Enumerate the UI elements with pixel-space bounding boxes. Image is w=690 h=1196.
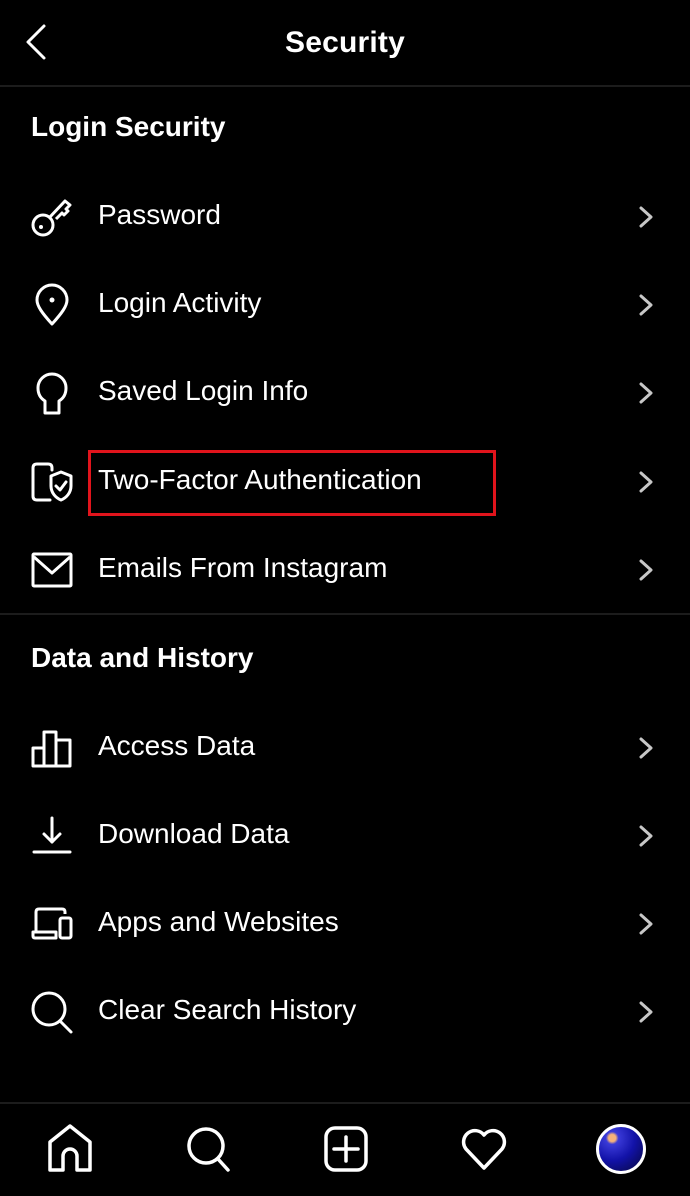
chevron-right-icon [639,737,653,759]
menu-item-download-data[interactable]: Download Data [0,792,690,880]
menu-item-emails-from-instagram[interactable]: Emails From Instagram [0,526,690,614]
menu-item-label: Login Activity [98,287,262,318]
phone-shield-icon [31,462,73,502]
new-post-icon[interactable] [322,1122,372,1176]
menu-item-label: Saved Login Info [98,375,309,406]
menu-item-label: Download Data [98,818,290,849]
menu-item-label: Access Data [98,730,256,761]
section-divider [0,613,690,615]
menu-item-saved-login-info[interactable]: Saved Login Info [0,349,690,437]
chevron-right-icon [639,206,653,228]
activity-heart-icon[interactable] [459,1122,509,1176]
menu-item-apps-and-websites[interactable]: Apps and Websites [0,880,690,968]
menu-item-label: Emails From Instagram [98,552,388,583]
menu-item-label: Clear Search History [98,994,357,1025]
keyhole-icon [36,372,68,415]
chevron-right-icon [639,471,653,493]
section-title-data-and-history: Data and History [31,642,254,673]
menu-item-login-activity[interactable]: Login Activity [0,261,690,349]
chevron-right-icon [639,913,653,935]
chevron-right-icon [639,382,653,404]
menu-item-clear-search-history[interactable]: Clear Search History [0,968,690,1056]
section-title-login-security: Login Security [31,111,226,142]
search-icon [31,991,73,1034]
chevron-right-icon [639,559,653,581]
devices-icon [31,907,73,940]
chevron-right-icon [639,294,653,316]
bar-chart-icon [31,730,72,768]
bottom-tab-bar [0,1102,690,1196]
chevron-right-icon [639,1001,653,1023]
location-pin-icon [35,283,69,326]
download-icon [32,816,72,854]
top-navigation-bar: Security [0,0,690,87]
menu-item-label: Apps and Websites [98,906,339,937]
menu-item-label: Two-Factor Authentication [98,464,422,495]
menu-item-two-factor-authentication[interactable]: Two-Factor Authentication [0,438,690,526]
home-icon[interactable] [45,1122,95,1176]
menu-item-label: Password [98,199,221,230]
key-icon [31,199,72,237]
search-icon[interactable] [184,1122,234,1176]
envelope-icon [31,552,73,588]
chevron-right-icon [639,825,653,847]
profile-avatar[interactable] [596,1124,646,1174]
page-title: Security [285,26,405,59]
menu-item-password[interactable]: Password [0,173,690,261]
menu-item-access-data[interactable]: Access Data [0,704,690,792]
